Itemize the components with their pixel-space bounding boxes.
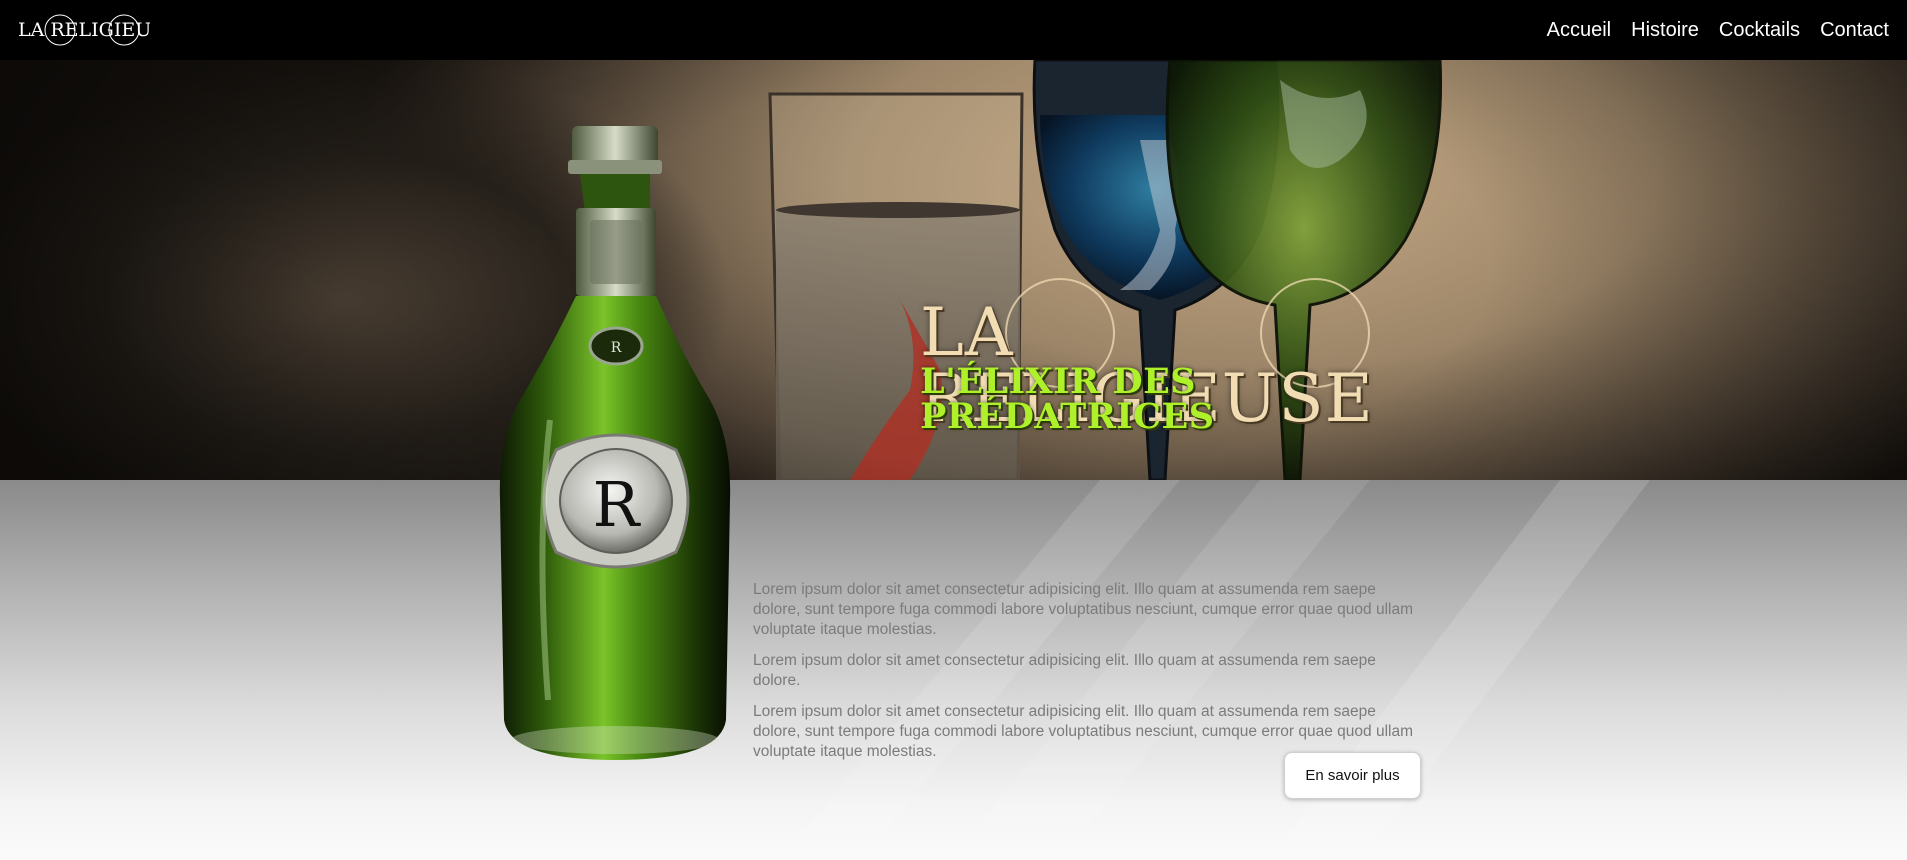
neck-monogram: R: [611, 340, 622, 356]
nav-link-contact[interactable]: Contact: [1820, 19, 1889, 42]
navbar: LA RELIGIEUSE Accueil Histoire Cocktails…: [0, 0, 1907, 60]
hero-banner: LA RELIGIEUSE L'ÉLIXIR DES PRÉDATRICES: [0, 60, 1907, 480]
nav-link-accueil[interactable]: Accueil: [1547, 19, 1611, 42]
main-nav: Accueil Histoire Cocktails Contact: [1547, 0, 1889, 60]
intro-text: Lorem ipsum dolor sit amet consectetur a…: [753, 580, 1423, 773]
hero-tagline: L'ÉLIXIR DES PRÉDATRICES: [920, 361, 1215, 437]
nav-link-histoire[interactable]: Histoire: [1631, 19, 1699, 42]
logo-text: LA RELIGIEUSE: [18, 19, 150, 41]
nav-link-cocktails[interactable]: Cocktails: [1719, 19, 1800, 42]
site-logo[interactable]: LA RELIGIEUSE: [18, 12, 150, 48]
intro-paragraph: Lorem ipsum dolor sit amet consectetur a…: [753, 652, 1376, 689]
label-monogram: R: [593, 468, 642, 541]
intro-section: Lorem ipsum dolor sit amet consectetur a…: [0, 480, 1907, 860]
intro-paragraph: Lorem ipsum dolor sit amet consectetur a…: [753, 581, 1413, 638]
bottle-image: R R: [499, 126, 731, 760]
learn-more-button[interactable]: En savoir plus: [1284, 752, 1421, 799]
